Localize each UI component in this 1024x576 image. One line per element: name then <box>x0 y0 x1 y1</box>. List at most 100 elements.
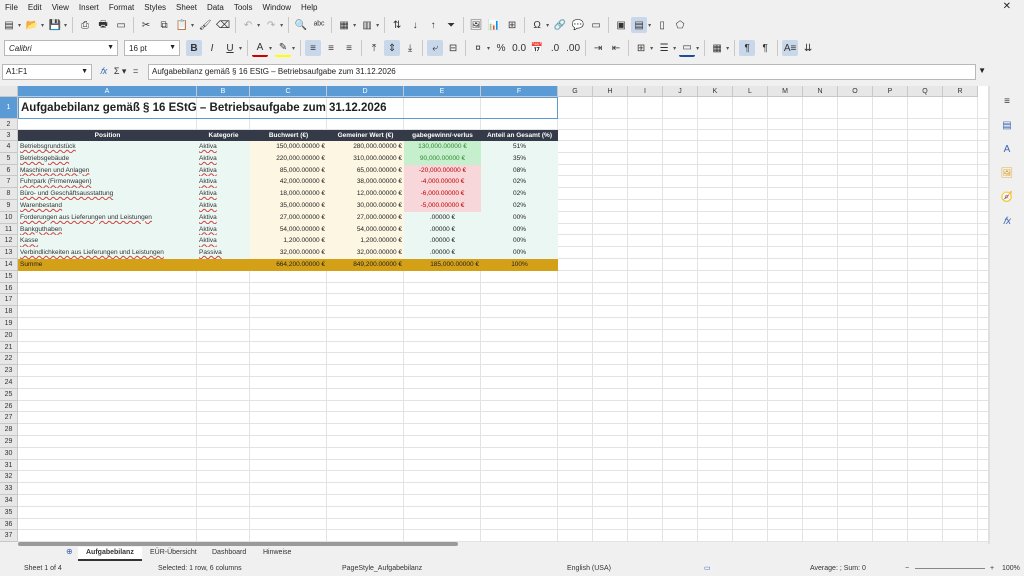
sort-descending-icon[interactable]: ↑ <box>425 17 441 33</box>
table-cell[interactable]: Aktiva <box>197 235 250 248</box>
align-right-icon[interactable]: ≡ <box>341 40 357 56</box>
table-cell[interactable]: 02% <box>481 200 558 212</box>
row-header[interactable]: 25 <box>0 388 18 401</box>
table-cell[interactable]: 27,000.00000 € <box>250 211 327 224</box>
row-header[interactable]: 1 <box>0 97 18 119</box>
spelling-icon[interactable]: ᵃᵇᶜ <box>311 17 327 33</box>
row-header[interactable]: 28 <box>0 424 18 436</box>
align-center-vertical-icon[interactable]: ⇕ <box>384 40 401 56</box>
column-header[interactable]: A <box>18 86 197 97</box>
highlight-dropdown-icon[interactable]: ▾ <box>292 45 295 52</box>
column-header[interactable]: H <box>593 86 628 97</box>
find-replace-icon[interactable]: 🔍 <box>293 17 309 33</box>
column-header[interactable]: R <box>943 86 978 97</box>
row-header[interactable]: 32 <box>0 471 18 484</box>
column-header[interactable]: E <box>404 86 481 97</box>
row-header[interactable]: 11 <box>0 223 18 236</box>
sum-cell[interactable]: Summe <box>18 259 197 271</box>
clone-formatting-icon[interactable]: 🖌 <box>197 17 213 33</box>
table-cell[interactable]: Aktiva <box>197 141 250 153</box>
sheet-tab-hinweise[interactable]: Hinweise <box>255 547 299 559</box>
table-cell[interactable]: Aktiva <box>197 176 250 189</box>
decrease-indent-icon[interactable]: ⇤ <box>608 40 624 56</box>
table-cell[interactable]: Forderungen aus Lieferungen und Leistung… <box>18 211 197 224</box>
sum-cell[interactable]: 849,200.00000 € <box>327 259 404 271</box>
row-header[interactable]: 22 <box>0 353 18 366</box>
column-title-cell[interactable]: Anteil an Gesamt (%) <box>481 130 558 141</box>
row-header[interactable]: 34 <box>0 495 18 507</box>
header-footer-icon[interactable]: ▭ <box>588 17 604 33</box>
selection-mode-icon[interactable]: ▭ <box>704 562 711 576</box>
wrap-text-icon[interactable]: ⤶ <box>427 40 444 56</box>
table-cell[interactable]: 08% <box>481 164 558 177</box>
table-cell[interactable]: Aktiva <box>197 164 250 177</box>
table-cell[interactable]: 130,000.00000 € <box>404 141 481 153</box>
table-cell[interactable]: Betriebsgebäude <box>18 152 197 165</box>
align-top-icon[interactable]: ⤒ <box>366 40 382 56</box>
table-cell[interactable]: -20,000.00000 € <box>404 164 481 177</box>
gallery-icon[interactable]: 🖼 <box>1000 166 1014 180</box>
row-header[interactable]: 17 <box>0 294 18 307</box>
menu-view[interactable]: View <box>47 3 74 12</box>
table-cell[interactable]: 35,000.00000 € <box>250 200 327 212</box>
table-cell[interactable]: Betriebsgrundstück <box>18 141 197 153</box>
table-cell[interactable]: 65,000.00000 € <box>327 164 404 177</box>
save-dropdown-icon[interactable]: ▾ <box>64 22 67 29</box>
underline-icon[interactable]: U <box>222 40 238 56</box>
table-cell[interactable]: 42,000.00000 € <box>250 176 327 189</box>
new-document-icon[interactable]: ▤ <box>1 17 17 33</box>
table-cell[interactable]: Verbindlichkeiten aus Lieferungen und Le… <box>18 247 197 259</box>
menu-tools[interactable]: Tools <box>229 3 258 12</box>
table-cell[interactable]: .00000 € <box>404 223 481 236</box>
table-cell[interactable]: Warenbestand <box>18 200 197 212</box>
paste-icon[interactable]: 📋 <box>174 17 190 33</box>
define-print-area-icon[interactable]: ▣ <box>613 17 629 33</box>
table-cell[interactable]: 18,000.00000 € <box>250 188 327 200</box>
sum-cell[interactable]: 664,200.00000 € <box>250 259 327 271</box>
language[interactable]: English (USA) <box>567 562 611 576</box>
zoom-out-icon[interactable]: − <box>905 562 909 576</box>
sort-ascending-icon[interactable]: ↓ <box>407 17 423 33</box>
table-cell[interactable]: 00% <box>481 235 558 248</box>
row-header[interactable]: 35 <box>0 506 18 519</box>
table-cell[interactable]: 1,200.00000 € <box>250 235 327 248</box>
column-header[interactable]: M <box>768 86 803 97</box>
delete-decimal-icon[interactable]: .00 <box>565 40 581 56</box>
table-cell[interactable]: -6,000.00000 € <box>404 188 481 200</box>
border-color-dropdown-icon[interactable]: ▾ <box>696 45 699 52</box>
italic-icon[interactable]: I <box>204 40 220 56</box>
insert-chart-icon[interactable]: 📊 <box>486 17 502 33</box>
conditional-dropdown-icon[interactable]: ▾ <box>726 45 729 52</box>
row-header[interactable]: 23 <box>0 365 18 377</box>
paste-dropdown-icon[interactable]: ▾ <box>191 22 194 29</box>
percent-format-icon[interactable]: % <box>493 40 509 56</box>
row-header[interactable]: 31 <box>0 459 18 472</box>
row-header[interactable]: 36 <box>0 518 18 531</box>
menu-styles[interactable]: Styles <box>139 3 171 12</box>
table-cell[interactable]: 32,000.00000 € <box>327 247 404 259</box>
export-pdf-icon[interactable]: ⎙ <box>77 17 93 33</box>
sum-icon[interactable]: Σ ▾ <box>114 66 127 76</box>
row-icon[interactable]: ▦ <box>336 17 352 33</box>
freeze-rows-columns-icon[interactable]: ▤ <box>631 17 648 33</box>
redo-dropdown-icon[interactable]: ▾ <box>280 22 283 29</box>
increase-indent-icon[interactable]: ⇥ <box>590 40 606 56</box>
border-color-icon[interactable]: ▭ <box>679 39 696 57</box>
insert-image-icon[interactable]: 🖼 <box>468 17 484 33</box>
column-header[interactable]: D <box>327 86 404 97</box>
table-cell[interactable]: Passiva <box>197 247 250 259</box>
row-header[interactable]: 6 <box>0 164 18 177</box>
menu-file[interactable]: File <box>0 3 23 12</box>
table-cell[interactable]: Kasse <box>18 235 197 248</box>
menu-format[interactable]: Format <box>104 3 139 12</box>
column-title-cell[interactable]: Kategorie <box>197 130 250 141</box>
column-header[interactable]: C <box>250 86 327 97</box>
functions-icon[interactable]: 𝑓x <box>1000 214 1014 228</box>
row-header[interactable]: 18 <box>0 306 18 318</box>
add-decimal-icon[interactable]: .0 <box>547 40 563 56</box>
table-cell[interactable]: 30,000.00000 € <box>327 200 404 212</box>
add-sheet-icon[interactable]: ⊕ <box>66 547 73 556</box>
column-icon[interactable]: ▥ <box>359 17 375 33</box>
menu-edit[interactable]: Edit <box>23 3 47 12</box>
menu-help[interactable]: Help <box>296 3 322 12</box>
